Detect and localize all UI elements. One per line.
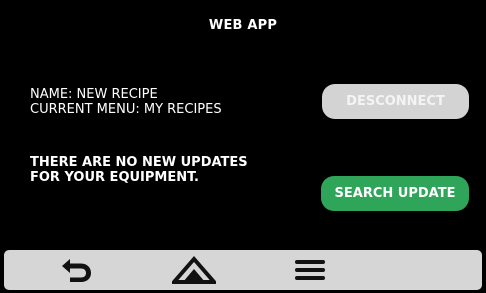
back-button[interactable] <box>47 250 107 290</box>
recipe-info: NAME: NEW RECIPE CURRENT MENU: MY RECIPE… <box>30 87 222 117</box>
disconnect-button[interactable]: DESCONNECT <box>322 84 469 119</box>
home-button[interactable] <box>164 250 224 290</box>
update-status-line-2: FOR YOUR EQUIPMENT. <box>30 170 199 185</box>
screen: WEB APP NAME: NEW RECIPE CURRENT MENU: M… <box>0 0 486 293</box>
menu-button[interactable] <box>280 250 340 290</box>
home-icon <box>172 255 216 284</box>
current-menu-text: CURRENT MENU: MY RECIPES <box>30 102 222 117</box>
update-status-message: THERE ARE NO NEW UPDATES FOR YOUR EQUIPM… <box>30 155 248 185</box>
page-title: WEB APP <box>208 18 278 33</box>
search-update-button[interactable]: SEARCH UPDATE <box>321 176 469 211</box>
hamburger-menu-icon <box>295 260 325 280</box>
back-arrow-icon <box>62 259 91 282</box>
bottom-navigation-bar <box>4 250 482 290</box>
update-status-line-1: THERE ARE NO NEW UPDATES <box>30 155 248 170</box>
recipe-name-text: NAME: NEW RECIPE <box>30 87 158 102</box>
